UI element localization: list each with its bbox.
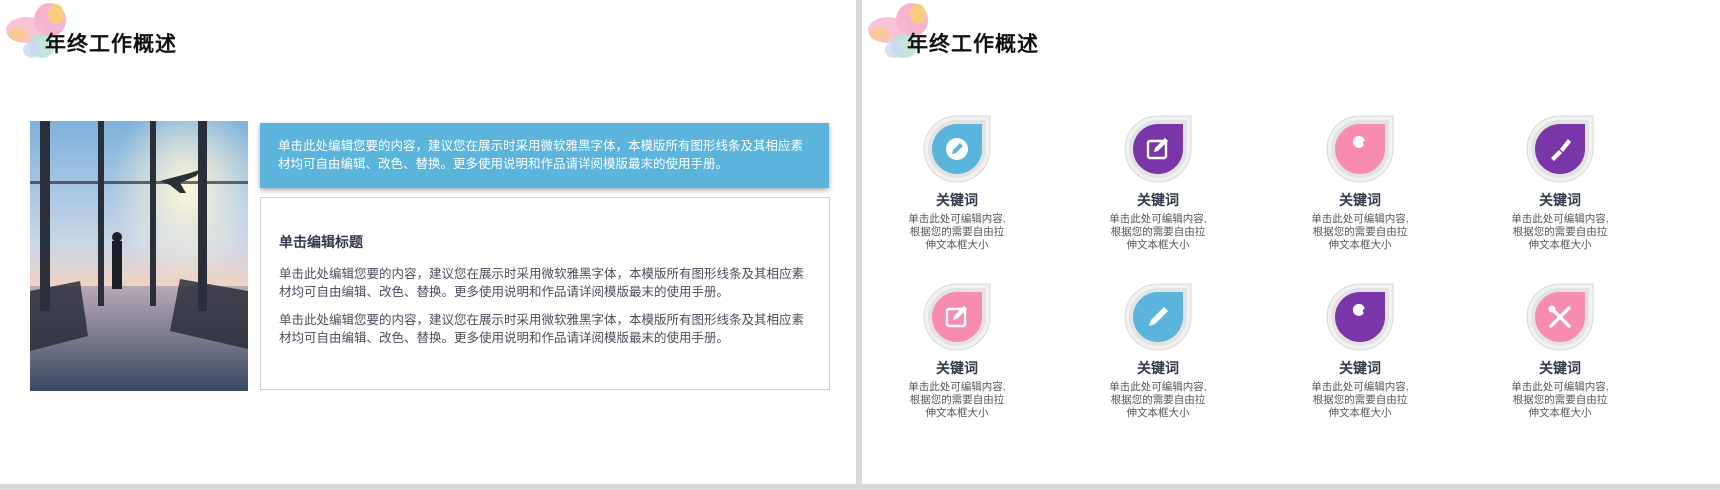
slide-left: 年终工作概述 单击此处编辑您要的内容，建议您在展示时采用微软雅黑字体，本模版所有… bbox=[0, 0, 856, 484]
description-line: 伸文本框大小 bbox=[925, 407, 989, 419]
description-line: 单击此处可编辑内容, bbox=[1109, 213, 1207, 225]
description-line: 单击此处可编辑内容, bbox=[908, 381, 1006, 393]
content-box[interactable]: 单击编辑标题 单击此处编辑您要的内容，建议您在展示时采用微软雅黑字体，本模版所有… bbox=[260, 197, 830, 390]
keyword-item[interactable]: 关键词单击此处可编辑内容, 根据您的需要自由拉 伸文本框大小 bbox=[1098, 280, 1218, 420]
description-line: 根据您的需要自由拉 bbox=[1512, 226, 1608, 238]
description-line: 根据您的需要自由拉 bbox=[1312, 394, 1408, 406]
description-line: 根据您的需要自由拉 bbox=[909, 226, 1005, 238]
edit-icon bbox=[920, 280, 994, 354]
keyword-description: 单击此处可编辑内容, 根据您的需要自由拉 伸文本框大小 bbox=[897, 381, 1017, 420]
keyword-description: 单击此处可编辑内容, 根据您的需要自由拉 伸文本框大小 bbox=[1500, 381, 1620, 420]
keyword-label: 关键词 bbox=[1339, 360, 1381, 376]
slide-right: 年终工作概述 关键词 单击此处可编辑内容, 根据您的需要自由拉 伸文本框大小 关键词 单击… bbox=[862, 0, 1720, 484]
description-line: 单击此处可编辑内容, bbox=[1511, 381, 1609, 393]
pen-icon bbox=[1121, 280, 1195, 354]
keyword-label: 关键词 bbox=[1137, 360, 1179, 376]
highlight-text: 单击此处编辑您要的内容，建议您在展示时采用微软雅黑字体，本模版所有图形线条及其相… bbox=[278, 139, 804, 171]
description-line: 根据您的需要自由拉 bbox=[1512, 394, 1608, 406]
keyword-label: 关键词 bbox=[936, 360, 978, 376]
keyword-label: 关键词 bbox=[1339, 192, 1381, 208]
highlight-text-box[interactable]: 单击此处编辑您要的内容，建议您在展示时采用微软雅黑字体，本模版所有图形线条及其相… bbox=[260, 123, 829, 188]
description-line: 伸文本框大小 bbox=[1328, 407, 1392, 419]
description-line: 伸文本框大小 bbox=[1528, 407, 1592, 419]
box-paragraph: 单击此处编辑您要的内容，建议您在展示时采用微软雅黑字体，本模版所有图形线条及其相… bbox=[279, 267, 805, 299]
keyword-label: 关键词 bbox=[1539, 192, 1581, 208]
keyword-item[interactable]: 关键词单击此处可编辑内容, 根据您的需要自由拉 伸文本框大小 bbox=[1098, 112, 1218, 252]
pencil-icon bbox=[920, 112, 994, 186]
keyword-description: 单击此处可编辑内容, 根据您的需要自由拉 伸文本框大小 bbox=[1500, 213, 1620, 252]
description-line: 伸文本框大小 bbox=[925, 239, 989, 251]
description-line: 单击此处可编辑内容, bbox=[1311, 381, 1409, 393]
box-heading: 单击编辑标题 bbox=[279, 234, 363, 250]
wrench-icon bbox=[1323, 112, 1397, 186]
box-paragraph: 单击此处编辑您要的内容，建议您在展示时采用微软雅黑字体，本模版所有图形线条及其相… bbox=[279, 313, 805, 345]
keyword-item[interactable]: 关键词单击此处可编辑内容, 根据您的需要自由拉 伸文本框大小 bbox=[1300, 112, 1420, 252]
description-line: 根据您的需要自由拉 bbox=[909, 394, 1005, 406]
description-line: 伸文本框大小 bbox=[1126, 239, 1190, 251]
description-line: 伸文本框大小 bbox=[1328, 239, 1392, 251]
edit-icon bbox=[1121, 112, 1195, 186]
keyword-description: 单击此处可编辑内容, 根据您的需要自由拉 伸文本框大小 bbox=[1300, 213, 1420, 252]
keyword-item[interactable]: 关键词单击此处可编辑内容, 根据您的需要自由拉 伸文本框大小 bbox=[1500, 112, 1620, 252]
description-line: 根据您的需要自由拉 bbox=[1110, 226, 1206, 238]
keyword-item[interactable]: 关键词单击此处可编辑内容, 根据您的需要自由拉 伸文本框大小 bbox=[897, 280, 1017, 420]
description-line: 单击此处可编辑内容, bbox=[908, 213, 1006, 225]
description-line: 伸文本框大小 bbox=[1528, 239, 1592, 251]
description-line: 伸文本框大小 bbox=[1126, 407, 1190, 419]
slide-title: 年终工作概述 bbox=[907, 33, 1039, 56]
wrench-icon bbox=[1323, 280, 1397, 354]
keyword-item[interactable]: 关键词单击此处可编辑内容, 根据您的需要自由拉 伸文本框大小 bbox=[1500, 280, 1620, 420]
keyword-description: 单击此处可编辑内容, 根据您的需要自由拉 伸文本框大小 bbox=[1098, 213, 1218, 252]
description-line: 单击此处可编辑内容, bbox=[1109, 381, 1207, 393]
tools-icon bbox=[1523, 280, 1597, 354]
keyword-label: 关键词 bbox=[1137, 192, 1179, 208]
keyword-label: 关键词 bbox=[1539, 360, 1581, 376]
description-line: 单击此处可编辑内容, bbox=[1511, 213, 1609, 225]
airport-photo bbox=[30, 121, 248, 391]
screwdriver-icon bbox=[1523, 112, 1597, 186]
description-line: 根据您的需要自由拉 bbox=[1110, 394, 1206, 406]
keyword-item[interactable]: 关键词单击此处可编辑内容, 根据您的需要自由拉 伸文本框大小 bbox=[1300, 280, 1420, 420]
keyword-description: 单击此处可编辑内容, 根据您的需要自由拉 伸文本框大小 bbox=[897, 213, 1017, 252]
description-line: 单击此处可编辑内容, bbox=[1311, 213, 1409, 225]
keyword-description: 单击此处可编辑内容, 根据您的需要自由拉 伸文本框大小 bbox=[1098, 381, 1218, 420]
keyword-item[interactable]: 关键词单击此处可编辑内容, 根据您的需要自由拉 伸文本框大小 bbox=[897, 112, 1017, 252]
keyword-description: 单击此处可编辑内容, 根据您的需要自由拉 伸文本框大小 bbox=[1300, 381, 1420, 420]
slide-title: 年终工作概述 bbox=[45, 33, 177, 56]
keyword-label: 关键词 bbox=[936, 192, 978, 208]
description-line: 根据您的需要自由拉 bbox=[1312, 226, 1408, 238]
